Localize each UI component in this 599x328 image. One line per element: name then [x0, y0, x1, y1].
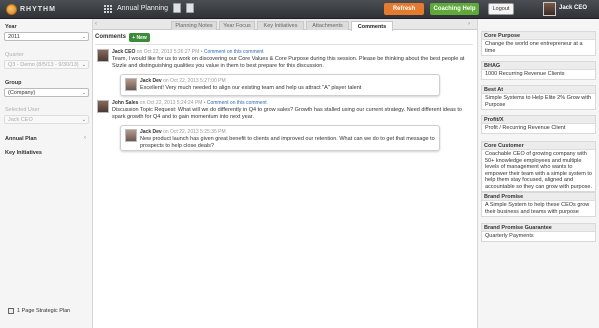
reply-meta: Jack Dev on Oct 22, 2013 5:25:35 PM [140, 129, 226, 135]
comment-reply-link[interactable]: Comment on this comment [207, 100, 267, 106]
logo-icon [6, 4, 17, 15]
tab-key-initiatives[interactable]: Key Initiatives [257, 21, 304, 30]
group-value: (Company) [8, 90, 36, 96]
card-text: Simple Systems to Help Elite 2% Grow wit… [485, 95, 592, 108]
comments-panel: Comments + New Jack CEO on Oct 22, 2013 … [93, 31, 477, 328]
reply-date: on Oct 22, 2013 5:27:00 PM [163, 78, 226, 84]
tab-bar: Planning Notes Year Focus Key Initiative… [93, 19, 477, 31]
card-text: Profit / Recurring Revenue Client [485, 125, 566, 131]
logout-button[interactable]: Logout [488, 3, 514, 15]
chevron-down-icon: ⌄ [81, 90, 86, 96]
selected-user-label: Selected User [5, 107, 40, 113]
year-select[interactable]: 2011 ⌄ [4, 32, 89, 41]
user-name[interactable]: Jack CEO [559, 5, 587, 11]
one-page-plan-link[interactable]: 1 Page Strategic Plan [17, 308, 70, 314]
card-text: Change the world one entrepreneur at a t… [485, 41, 583, 54]
divider [95, 44, 473, 45]
chevron-left-icon[interactable]: ‹ [84, 135, 86, 141]
collapse-left-icon[interactable]: ‹ [95, 21, 97, 27]
plan-document-icon[interactable] [8, 308, 14, 314]
group-select[interactable]: (Company) ⌄ [4, 88, 89, 97]
reply-date: on Oct 22, 2013 5:25:35 PM [163, 129, 226, 135]
apps-grid-icon[interactable] [104, 5, 113, 14]
chevron-down-icon: ⌄ [81, 34, 86, 40]
refresh-button[interactable]: Refresh [384, 3, 424, 15]
top-bar: RHYTHM Annual Planning Refresh Coaching … [0, 0, 599, 19]
card-text: Coachable CEO of growing company with 50… [485, 151, 593, 190]
year-value: 2011 [8, 34, 20, 40]
notes-icon[interactable] [173, 3, 181, 13]
card-title: Brand Promise Guarantee [482, 224, 595, 232]
comment-text: Discussion Topic Request: What will we d… [112, 107, 462, 120]
card-title: BHAG [482, 62, 595, 70]
collapse-right-icon[interactable]: › [468, 21, 470, 27]
user-avatar[interactable] [543, 2, 556, 16]
right-sidebar: Core Purpose Change the world one entrep… [477, 19, 599, 328]
card-bhag: BHAG 1000 Recurring Revenue Clients [481, 61, 596, 80]
tab-comments[interactable]: Comments [351, 21, 393, 31]
card-core-customer: Core Customer Coachable CEO of growing c… [481, 141, 596, 192]
tab-planning-notes[interactable]: Planning Notes [171, 21, 217, 30]
selected-user-select[interactable]: Jack CEO ⌄ [4, 115, 89, 124]
comment-date: on Oct 22, 2013 5:26:27 PM [136, 49, 200, 55]
tab-year-focus[interactable]: Year Focus [219, 21, 255, 30]
avatar [125, 78, 137, 91]
reply-item: Jack Dev on Oct 22, 2013 5:27:00 PM Exce… [120, 74, 440, 96]
quarter-label: Quarter [5, 52, 24, 58]
card-title: Core Customer [482, 142, 595, 150]
group-label: Group [5, 80, 22, 86]
reply-meta: Jack Dev on Oct 22, 2013 5:27:00 PM [140, 78, 226, 84]
card-title: Brand Promise [482, 193, 595, 201]
reply-item: Jack Dev on Oct 22, 2013 5:25:35 PM New … [120, 125, 440, 151]
card-text: 1000 Recurring Revenue Clients [485, 71, 565, 77]
nav-annual-plan[interactable]: Annual Plan [5, 136, 37, 142]
card-title: Best At [482, 86, 595, 94]
chevron-down-icon: ⌄ [81, 62, 86, 68]
card-core-purpose: Core Purpose Change the world one entrep… [481, 31, 596, 56]
logo-text: RHYTHM [20, 6, 56, 13]
comment-author: John Sales [112, 100, 139, 106]
comment-meta: John Sales on Oct 22, 2013 5:24:24 PM • … [112, 100, 267, 106]
coaching-help-button[interactable]: Coaching Help [430, 3, 479, 15]
reply-author: Jack Dev [140, 129, 162, 135]
documents-icon[interactable] [186, 3, 194, 13]
new-comment-button[interactable]: + New [129, 33, 150, 42]
card-brand-promise: Brand Promise A Simple System to help th… [481, 192, 596, 217]
nav-key-initiatives[interactable]: Key Initiatives [5, 150, 42, 156]
card-text: Quarterly Payments [485, 233, 534, 239]
comment-text: Team, I would like for us to work on dis… [112, 56, 465, 69]
card-brand-promise-guarantee: Brand Promise Guarantee Quarterly Paymen… [481, 223, 596, 242]
avatar [125, 129, 137, 142]
reply-text: Excellent! Very much needed to align our… [140, 85, 362, 91]
comment-meta: Jack CEO on Oct 22, 2013 5:26:27 PM • Co… [112, 49, 264, 55]
reply-author: Jack Dev [140, 78, 162, 84]
selected-user-value: Jack CEO [8, 117, 33, 123]
comment-date: on Oct 22, 2013 5:24:24 PM [139, 100, 203, 106]
card-title: Core Purpose [482, 32, 595, 40]
app-title[interactable]: Annual Planning [117, 5, 168, 12]
card-title: Profit/X [482, 116, 595, 124]
chevron-down-icon: ⌄ [81, 117, 86, 123]
avatar [97, 100, 109, 113]
left-sidebar: Year 2011 ⌄ Quarter Q3 - Demo (8/5/13 - … [0, 19, 93, 328]
logo[interactable]: RHYTHM [6, 3, 56, 16]
avatar [97, 49, 109, 62]
document-icons [173, 3, 194, 13]
tab-attachments[interactable]: Attachments [306, 21, 349, 30]
card-best-at: Best At Simple Systems to Help Elite 2% … [481, 85, 596, 110]
comment-author: Jack CEO [112, 49, 136, 55]
card-profit-x: Profit/X Profit / Recurring Revenue Clie… [481, 115, 596, 134]
reply-text: New product launch has given great benef… [140, 136, 435, 149]
quarter-value: Q3 - Demo (8/5/13 - 9/30/13) [8, 62, 79, 68]
comment-reply-link[interactable]: Comment on this comment [204, 49, 264, 55]
card-text: A Simple System to help these CEOs grow … [485, 202, 590, 215]
quarter-select[interactable]: Q3 - Demo (8/5/13 - 9/30/13) ⌄ [4, 60, 89, 69]
year-label: Year [5, 24, 17, 30]
comments-title: Comments [95, 34, 127, 40]
